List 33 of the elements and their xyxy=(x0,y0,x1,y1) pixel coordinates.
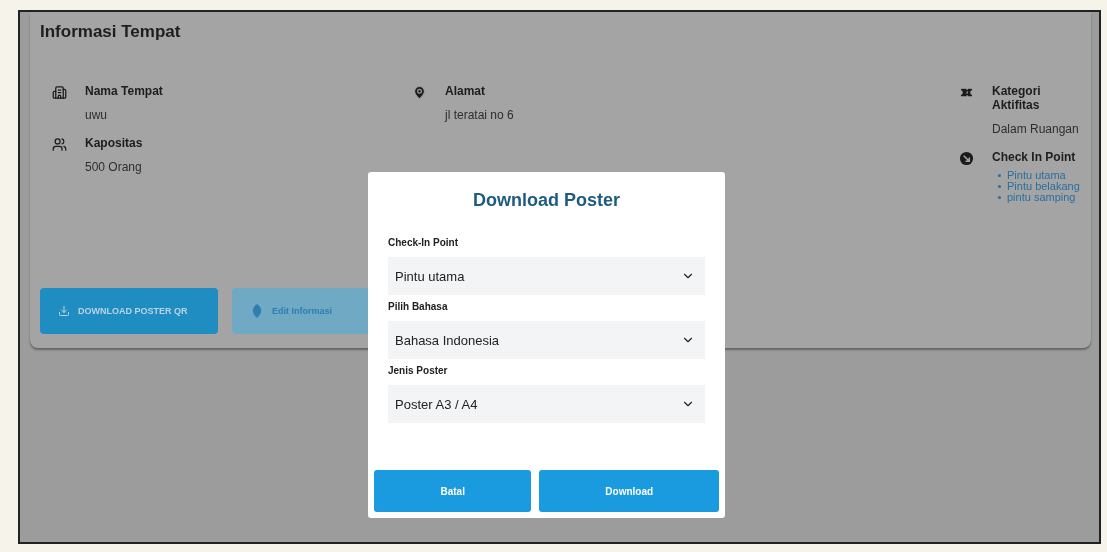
arrow-circle-icon xyxy=(959,151,974,166)
page-title: Informasi Tempat xyxy=(40,22,182,42)
select-field[interactable]: Poster A3 / A4 xyxy=(388,385,705,423)
field-value: 500 Orang xyxy=(85,160,143,174)
field-label: Pilih Bahasa xyxy=(388,301,449,312)
select-field[interactable]: Bahasa Indonesia xyxy=(388,321,705,359)
check-in-point-link[interactable]: Pintu belakang xyxy=(1007,181,1080,192)
field-label: Kategori Aktifitas xyxy=(992,84,1042,112)
building-icon xyxy=(52,85,67,100)
select-field[interactable]: Pintu utama xyxy=(388,257,705,295)
download-icon xyxy=(58,305,70,317)
dialog-title: Download Poster xyxy=(472,190,621,211)
leaf-icon xyxy=(250,303,264,319)
field-label: Jenis Poster xyxy=(388,365,449,376)
check-in-point-link[interactable]: Pintu utama xyxy=(1007,170,1066,181)
field-label: Nama Tempat xyxy=(85,84,163,98)
bullet-icon xyxy=(998,174,1001,177)
download-poster-button[interactable]: DOWNLOAD POSTER QR xyxy=(40,288,218,334)
field-label: Kapositas xyxy=(85,136,143,150)
bullet-icon xyxy=(998,196,1001,199)
location-pin-icon xyxy=(412,85,427,100)
check-in-point-link[interactable]: pintu samping xyxy=(1007,192,1076,203)
field-value: uwu xyxy=(85,108,108,122)
field-label: Check In Point xyxy=(992,150,1077,164)
cancel-button[interactable]: Batal xyxy=(374,470,532,512)
download-button[interactable]: Download xyxy=(539,470,719,512)
field-value: Dalam Ruangan xyxy=(992,122,1079,136)
bullet-icon xyxy=(998,185,1001,188)
people-icon xyxy=(52,137,67,152)
field-label: Alamat xyxy=(445,84,486,98)
ticket-icon xyxy=(959,85,974,100)
field-label: Check-In Point xyxy=(388,237,459,248)
field-value: jl teratai no 6 xyxy=(445,108,514,122)
